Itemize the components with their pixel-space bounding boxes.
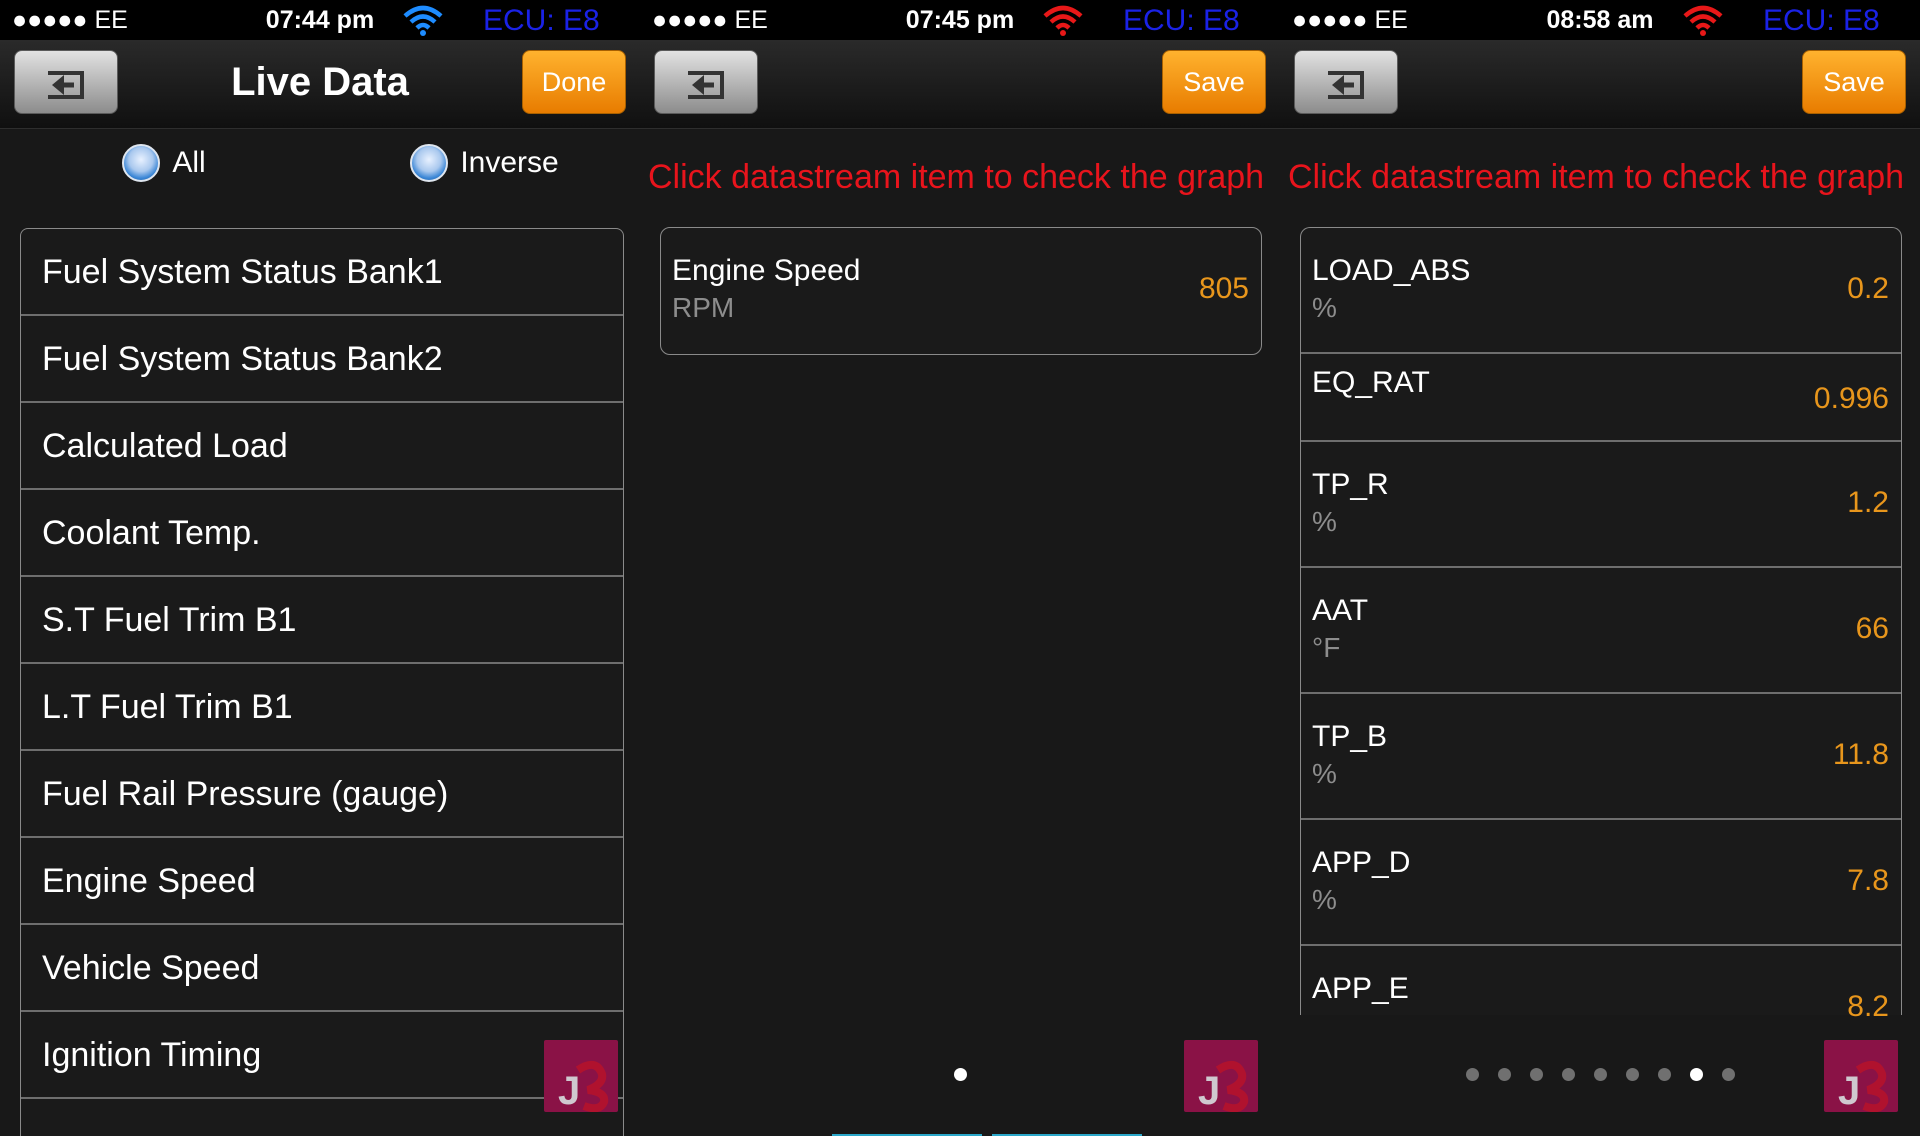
- data-value: 66: [1855, 612, 1889, 645]
- list-item[interactable]: Fuel System Status Bank2: [21, 316, 623, 403]
- page-indicator: [1466, 1068, 1766, 1082]
- data-row[interactable]: TP_R % 1.2: [1301, 442, 1901, 568]
- graph-panel-multi: ●●●●● EE 08:58 am ECU: E8 Save Click dat…: [1280, 0, 1920, 1136]
- page-dot-active[interactable]: [954, 1068, 967, 1081]
- wifi-icon: [1043, 5, 1083, 36]
- nav-bar: Save: [640, 40, 1280, 129]
- data-value: 1.2: [1847, 486, 1889, 519]
- radio-icon: [122, 144, 160, 182]
- data-name: TP_B: [1312, 720, 1388, 753]
- done-button[interactable]: Done: [522, 50, 626, 114]
- page-dot[interactable]: [1466, 1068, 1479, 1081]
- toggle-all-label: All: [172, 146, 206, 179]
- data-name: TP_R: [1312, 468, 1389, 501]
- status-bar: ●●●●● EE 07:44 pm ECU: E8: [0, 0, 640, 40]
- data-value: 0.996: [1813, 382, 1889, 415]
- nav-bar: Save: [1280, 40, 1920, 129]
- page-dot[interactable]: [1498, 1068, 1511, 1081]
- data-name: APP_E: [1312, 972, 1409, 1005]
- data-row[interactable]: APP_D % 7.8: [1301, 820, 1901, 946]
- data-name: EQ_RAT: [1312, 366, 1430, 399]
- graph-hint: Click datastream item to check the graph: [1288, 158, 1905, 196]
- graph-panel-single: ●●●●● EE 07:45 pm ECU: E8 Save Click dat…: [640, 0, 1280, 1136]
- list-item[interactable]: Engine Speed: [21, 838, 623, 925]
- app-logo: J: [1184, 1040, 1258, 1112]
- list-item[interactable]: S.T Fuel Trim B1: [21, 577, 623, 664]
- data-value: 0.2: [1847, 272, 1889, 305]
- toggle-inverse[interactable]: Inverse: [410, 144, 559, 188]
- list-item[interactable]: Ignition Timing: [21, 1012, 623, 1099]
- data-unit: %: [1312, 884, 1337, 915]
- radio-icon: [410, 144, 448, 182]
- graph-hint: Click datastream item to check the graph: [648, 158, 1265, 196]
- data-unit: RPM: [672, 292, 735, 323]
- data-value: 11.8: [1832, 738, 1889, 771]
- data-row[interactable]: TP_B % 11.8: [1301, 694, 1901, 820]
- list-item[interactable]: Fuel Rail Pressure (gauge): [21, 751, 623, 838]
- data-name: AAT: [1312, 594, 1369, 627]
- app-logo: J: [544, 1040, 618, 1112]
- back-arrow-icon: [1328, 71, 1364, 99]
- page-dot-active[interactable]: [1690, 1068, 1703, 1081]
- live-data-panel: ●●●●● EE 07:44 pm ECU: E8 Live Data Done…: [0, 0, 640, 1136]
- page-dot[interactable]: [1722, 1068, 1735, 1081]
- svg-text:J: J: [1838, 1069, 1860, 1112]
- wifi-icon: [403, 5, 443, 36]
- toggle-all[interactable]: All: [122, 144, 206, 188]
- datastream-list: Fuel System Status Bank1 Fuel System Sta…: [20, 228, 624, 1136]
- list-item[interactable]: L.T Fuel Trim B1: [21, 664, 623, 751]
- data-value: 7.8: [1847, 864, 1889, 897]
- list-item[interactable]: Calculated Load: [21, 403, 623, 490]
- svg-text:J: J: [1198, 1069, 1220, 1112]
- data-row[interactable]: Engine Speed RPM 805: [661, 228, 1261, 354]
- nav-bar: Live Data Done: [0, 40, 640, 129]
- back-arrow-icon: [48, 71, 84, 99]
- list-item[interactable]: Coolant Temp.: [21, 490, 623, 577]
- wifi-icon: [1683, 5, 1723, 36]
- data-name: APP_D: [1312, 846, 1411, 879]
- data-row[interactable]: AAT °F 66: [1301, 568, 1901, 694]
- status-bar: ●●●●● EE 07:45 pm ECU: E8: [640, 0, 1280, 40]
- ecu-label: ECU: E8: [1763, 4, 1880, 37]
- page-dot[interactable]: [1594, 1068, 1607, 1081]
- logo-mark-icon: J: [1838, 1060, 1889, 1112]
- data-value: 805: [1198, 272, 1249, 305]
- list-item[interactable]: [21, 1099, 623, 1136]
- ecu-label: ECU: E8: [1123, 4, 1240, 37]
- page-dot[interactable]: [1658, 1068, 1671, 1081]
- page-title: Live Data: [231, 60, 409, 104]
- data-unit: %: [1312, 758, 1337, 789]
- data-name: LOAD_ABS: [1312, 254, 1471, 287]
- logo-mark-icon: J: [1198, 1060, 1249, 1112]
- page-dot[interactable]: [1530, 1068, 1543, 1081]
- status-bar: ●●●●● EE 08:58 am ECU: E8: [1280, 0, 1920, 40]
- data-unit: %: [1312, 506, 1337, 537]
- data-value: 8.2: [1847, 990, 1889, 1023]
- data-row[interactable]: LOAD_ABS % 0.2: [1301, 228, 1901, 354]
- save-button[interactable]: Save: [1802, 50, 1906, 114]
- back-arrow-icon: [688, 71, 724, 99]
- list-item[interactable]: Fuel System Status Bank1: [21, 229, 623, 316]
- page-dot[interactable]: [1562, 1068, 1575, 1081]
- page-dot[interactable]: [1626, 1068, 1639, 1081]
- app-logo: J: [1824, 1040, 1898, 1112]
- data-unit: %: [1312, 292, 1337, 323]
- back-button[interactable]: [1294, 50, 1398, 114]
- ecu-label: ECU: E8: [483, 4, 600, 37]
- data-row[interactable]: EQ_RAT 0.996: [1301, 354, 1901, 442]
- data-row[interactable]: APP_E 8.2: [1301, 946, 1901, 1023]
- datastream-card: Engine Speed RPM 805: [660, 227, 1262, 355]
- back-button[interactable]: [14, 50, 118, 114]
- logo-mark-icon: J: [558, 1060, 609, 1112]
- list-item[interactable]: Vehicle Speed: [21, 925, 623, 1012]
- back-button[interactable]: [654, 50, 758, 114]
- page-indicator: [954, 1068, 968, 1082]
- data-name: Engine Speed: [672, 254, 861, 287]
- save-button[interactable]: Save: [1162, 50, 1266, 114]
- datastream-card: LOAD_ABS % 0.2 EQ_RAT 0.996 TP_R % 1.2 A…: [1300, 227, 1902, 1023]
- data-unit: °F: [1312, 632, 1341, 663]
- toggle-inverse-label: Inverse: [460, 146, 559, 179]
- svg-text:J: J: [558, 1069, 580, 1112]
